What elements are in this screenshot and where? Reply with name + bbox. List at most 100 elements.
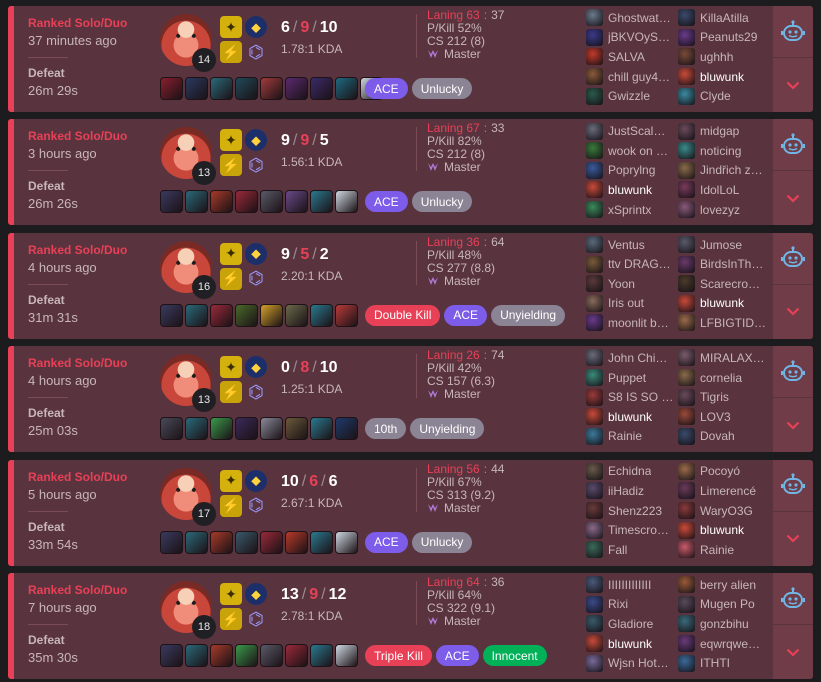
summoner-name[interactable]: Rainie bbox=[700, 543, 734, 557]
summoner-name[interactable]: wook on … bbox=[608, 144, 668, 158]
participant[interactable]: eqwrqwe… bbox=[678, 634, 770, 654]
summoner-name[interactable]: WaryO3G bbox=[700, 504, 753, 518]
expand-match-button[interactable] bbox=[773, 512, 813, 566]
participant[interactable]: lovezyz bbox=[678, 200, 770, 220]
summoner-spell-flash-icon[interactable]: ✦ bbox=[220, 129, 242, 152]
summoner-name[interactable]: Dovah bbox=[700, 429, 735, 443]
item-icon[interactable] bbox=[260, 303, 283, 327]
summoner-spell-ghost-icon[interactable]: ⚡ bbox=[220, 267, 242, 290]
summoner-name[interactable]: Gwizzle bbox=[608, 89, 650, 103]
match-card[interactable]: Ranked Solo/Duo 37 minutes ago Defeat 26… bbox=[8, 6, 813, 112]
participant[interactable]: gonzbihu bbox=[678, 614, 770, 634]
summoner-name[interactable]: gonzbihu bbox=[700, 617, 749, 631]
summoner-name[interactable]: Iris out bbox=[608, 296, 644, 310]
item-icon[interactable] bbox=[185, 190, 208, 214]
summoner-spell-ghost-icon[interactable]: ⚡ bbox=[220, 608, 242, 630]
summoner-name[interactable]: moonlit b… bbox=[608, 316, 669, 330]
ai-analysis-button[interactable] bbox=[773, 573, 813, 625]
expand-match-button[interactable] bbox=[773, 398, 813, 452]
secondary-rune-icon[interactable]: ⌬ bbox=[245, 608, 267, 630]
match-card[interactable]: Ranked Solo/Duo 3 hours ago Defeat 26m 2… bbox=[8, 119, 813, 226]
summoner-spell-flash-icon[interactable]: ✦ bbox=[220, 583, 242, 605]
ai-analysis-button[interactable] bbox=[773, 119, 813, 172]
participant[interactable]: Jumose bbox=[678, 235, 770, 255]
summoner-spell-flash-icon[interactable]: ✦ bbox=[220, 242, 242, 265]
item-icon[interactable] bbox=[285, 190, 308, 214]
participant[interactable]: midgap bbox=[678, 121, 770, 141]
expand-match-button[interactable] bbox=[773, 58, 813, 112]
participant[interactable]: ughhh bbox=[678, 47, 770, 67]
participant[interactable]: LOV3 bbox=[678, 407, 770, 427]
summoner-name[interactable]: Peanuts29 bbox=[700, 30, 757, 44]
participant[interactable]: bluwunk bbox=[678, 67, 770, 87]
item-icon[interactable] bbox=[160, 530, 183, 554]
item-icon[interactable] bbox=[210, 417, 233, 441]
summoner-spell-flash-icon[interactable]: ✦ bbox=[220, 16, 242, 38]
summoner-spell-flash-icon[interactable]: ✦ bbox=[220, 469, 242, 492]
secondary-rune-icon[interactable]: ⌬ bbox=[245, 41, 267, 63]
participant[interactable]: Wjsn Hot… bbox=[586, 653, 678, 673]
participant[interactable]: Rainie bbox=[586, 427, 678, 447]
item-icon[interactable] bbox=[185, 303, 208, 327]
summoner-name[interactable]: bluwunk bbox=[700, 523, 744, 537]
summoner-name[interactable]: IIIIIIIIIIIII bbox=[608, 578, 651, 592]
participant[interactable]: Puppet bbox=[586, 368, 678, 388]
summoner-name[interactable]: Rixi bbox=[608, 597, 628, 611]
keystone-rune-icon[interactable]: ⬥ bbox=[245, 129, 267, 152]
participant[interactable]: Dovah bbox=[678, 427, 770, 447]
participant[interactable]: moonlit b… bbox=[586, 313, 678, 333]
item-icon[interactable] bbox=[335, 77, 358, 100]
participant[interactable]: Clyde bbox=[678, 86, 770, 106]
summoner-name[interactable]: LOV3 bbox=[700, 410, 731, 424]
summoner-name[interactable]: Clyde bbox=[700, 89, 731, 103]
summoner-name[interactable]: cornelia bbox=[700, 371, 742, 385]
participant[interactable]: bluwunk bbox=[678, 520, 770, 540]
summoner-name[interactable]: IdolLoL bbox=[700, 183, 739, 197]
participant[interactable]: Pocoyó bbox=[678, 462, 770, 482]
summoner-name[interactable]: bluwunk bbox=[700, 70, 744, 84]
item-icon[interactable] bbox=[235, 303, 258, 327]
summoner-name[interactable]: bluwunk bbox=[700, 296, 744, 310]
summoner-name[interactable]: chill guy4… bbox=[608, 70, 670, 84]
summoner-name[interactable]: jBKVOyS… bbox=[608, 30, 670, 44]
item-icon[interactable] bbox=[310, 644, 333, 667]
summoner-name[interactable]: John Chi… bbox=[608, 351, 667, 365]
participant[interactable]: Poprylng bbox=[586, 161, 678, 181]
participant[interactable]: noticing bbox=[678, 141, 770, 161]
participant[interactable]: IIIIIIIIIIIII bbox=[586, 575, 678, 595]
participant[interactable]: jBKVOyS… bbox=[586, 28, 678, 48]
summoner-name[interactable]: Rainie bbox=[608, 429, 642, 443]
item-icon[interactable] bbox=[335, 190, 358, 214]
participant[interactable]: Fall bbox=[586, 540, 678, 560]
participant[interactable]: Jindřich z… bbox=[678, 161, 770, 181]
participant[interactable]: Echidna bbox=[586, 462, 678, 482]
summoner-name[interactable]: eqwrqwe… bbox=[700, 637, 760, 651]
summoner-name[interactable]: midgap bbox=[700, 124, 739, 138]
keystone-rune-icon[interactable]: ⬥ bbox=[245, 356, 267, 379]
item-icon[interactable] bbox=[310, 77, 333, 100]
item-icon[interactable] bbox=[260, 417, 283, 441]
summoner-name[interactable]: bluwunk bbox=[608, 410, 652, 424]
summoner-name[interactable]: JustScal… bbox=[608, 124, 665, 138]
participant[interactable]: Gwizzle bbox=[586, 86, 678, 106]
participant[interactable]: Yoon bbox=[586, 274, 678, 294]
summoner-name[interactable]: Jumose bbox=[700, 238, 742, 252]
item-icon[interactable] bbox=[210, 190, 233, 214]
summoner-name[interactable]: KillaAtilla bbox=[700, 11, 749, 25]
summoner-name[interactable]: ttv DRAG… bbox=[608, 257, 671, 271]
summoner-spell-ghost-icon[interactable]: ⚡ bbox=[220, 154, 242, 177]
participant[interactable]: iiHadiz bbox=[586, 481, 678, 501]
summoner-name[interactable]: Pocoyó bbox=[700, 464, 740, 478]
participant[interactable]: ITHTI bbox=[678, 653, 770, 673]
ai-analysis-button[interactable] bbox=[773, 233, 813, 285]
summoner-name[interactable]: iiHadiz bbox=[608, 484, 644, 498]
participant[interactable]: Tigris bbox=[678, 387, 770, 407]
participant[interactable]: wook on … bbox=[586, 141, 678, 161]
summoner-name[interactable]: Mugen Po bbox=[700, 597, 755, 611]
participant[interactable]: Iris out bbox=[586, 294, 678, 314]
item-icon[interactable] bbox=[235, 77, 258, 100]
summoner-name[interactable]: bluwunk bbox=[608, 637, 652, 651]
expand-match-button[interactable] bbox=[773, 285, 813, 339]
expand-match-button[interactable] bbox=[773, 171, 813, 225]
item-icon[interactable] bbox=[310, 417, 333, 441]
